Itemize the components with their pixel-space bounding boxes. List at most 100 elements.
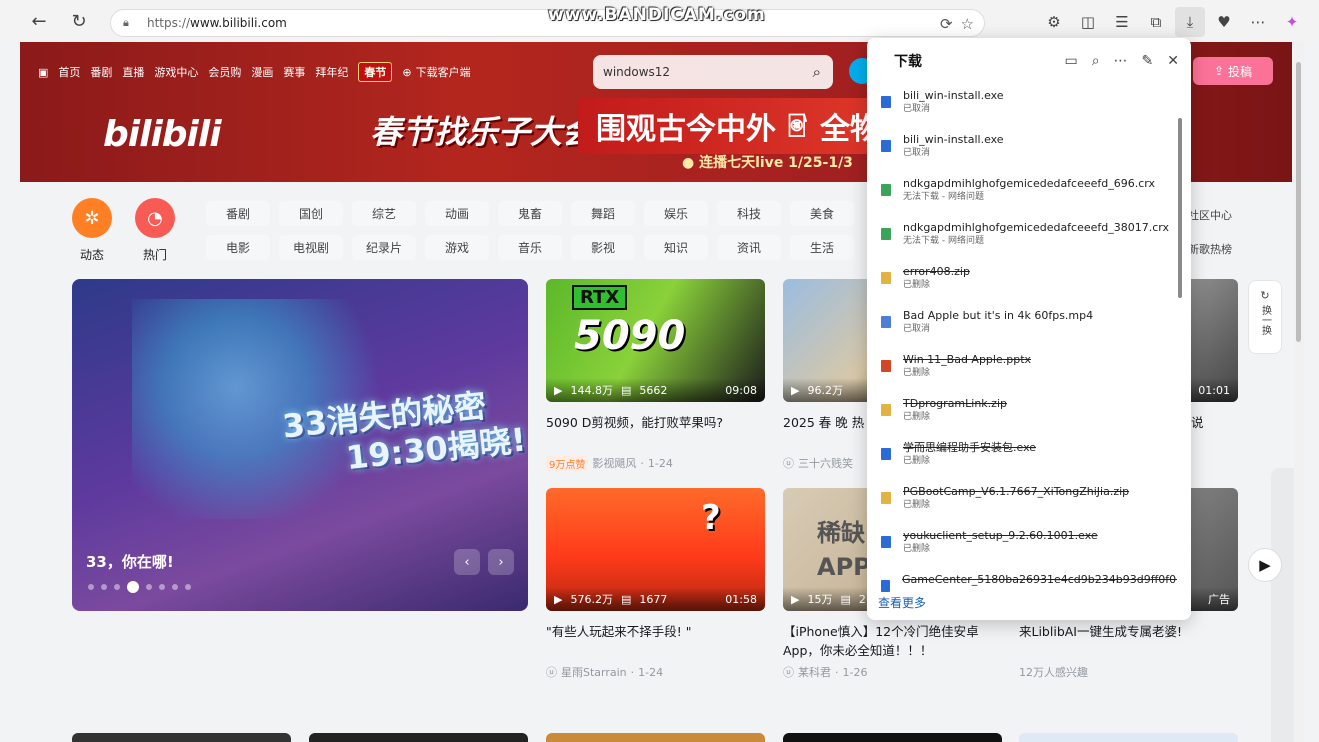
- download-item[interactable]: PGBootCamp_V6.1.7667_XiTongZhiJia.zip 已删除: [867, 480, 1177, 524]
- festival-badge[interactable]: 春节: [358, 62, 393, 82]
- split-screen-icon[interactable]: ◫: [1073, 7, 1103, 37]
- new-songs-link[interactable]: 新歌热榜: [1188, 241, 1232, 257]
- favorite-star-icon[interactable]: ☆: [961, 15, 974, 33]
- video-author[interactable]: 星雨Starrain: [561, 664, 627, 680]
- carousel-dot[interactable]: [185, 584, 191, 590]
- see-more-link[interactable]: 查看更多: [878, 594, 926, 611]
- video-author[interactable]: 某科君: [798, 664, 831, 680]
- collections-icon[interactable]: ⧉: [1141, 7, 1171, 37]
- download-filename[interactable]: GameCenter_5180ba26931e4cd9b234b93d9ff0f…: [902, 572, 1177, 587]
- channel-chip[interactable]: 影视: [571, 235, 635, 260]
- carousel-prev-button[interactable]: ‹: [454, 549, 480, 575]
- translate-icon[interactable]: ⟳: [940, 15, 953, 33]
- favorites-icon[interactable]: ☰: [1107, 7, 1137, 37]
- video-card[interactable]: ? ▶ 576.2万 ▤ 1677 01:58 "有些人玩起来不择手段! " ⓤ 星…: [546, 488, 765, 680]
- refresh-feed-button[interactable]: ↻ 换一换: [1248, 280, 1282, 354]
- channel-chip[interactable]: 纪录片: [352, 235, 416, 260]
- channel-chip[interactable]: 国创: [279, 201, 343, 226]
- nav-manga[interactable]: 漫画: [251, 64, 273, 80]
- channel-chip[interactable]: 娱乐: [644, 201, 708, 226]
- nav-home[interactable]: 首页: [58, 64, 80, 80]
- downloads-scrollbar[interactable]: [1178, 88, 1184, 608]
- extensions-icon[interactable]: ⚙: [1039, 7, 1069, 37]
- play-icon[interactable]: ▶: [1248, 548, 1282, 582]
- download-filename[interactable]: youkuclient_setup_9.2.60.1001.exe: [903, 528, 1098, 543]
- channel-chip[interactable]: 音乐: [498, 235, 562, 260]
- close-icon[interactable]: ✕: [1167, 53, 1179, 69]
- carousel-dot[interactable]: [114, 584, 120, 590]
- channel-chip[interactable]: 美食: [790, 201, 854, 226]
- video-thumbnail[interactable]: [783, 733, 1002, 742]
- download-item[interactable]: bili_win-install.exe 已取消: [867, 128, 1177, 172]
- channel-chip[interactable]: 动画: [425, 201, 489, 226]
- nav-mall[interactable]: 会员购: [208, 64, 241, 80]
- download-item[interactable]: 学而思编程助手安装包.exe 已删除: [867, 436, 1177, 480]
- nav-bangumi[interactable]: 番剧: [90, 64, 112, 80]
- download-filename[interactable]: bili_win-install.exe: [903, 132, 1004, 147]
- carousel-dot[interactable]: [172, 584, 178, 590]
- pin-icon[interactable]: ✎: [1142, 53, 1154, 69]
- dynamic-icon[interactable]: ✲: [72, 198, 112, 238]
- video-title[interactable]: 【iPhone慎入】12个冷门绝佳安卓App，你未必全知道！！！: [783, 622, 1002, 660]
- nav-game-center[interactable]: 游戏中心: [154, 64, 198, 80]
- downloads-icon[interactable]: ⤓: [1175, 7, 1205, 37]
- download-item[interactable]: ndkgapdmihlghofgemicededafceeefd_38017.c…: [867, 216, 1177, 260]
- download-filename[interactable]: error408.zip: [903, 264, 970, 279]
- nav-download-client[interactable]: 下载客户端: [416, 64, 471, 80]
- channel-chip[interactable]: 科技: [717, 201, 781, 226]
- channel-chip[interactable]: 游戏: [425, 235, 489, 260]
- download-item[interactable]: error408.zip 已删除: [867, 260, 1177, 304]
- download-filename[interactable]: Win 11_Bad Apple.pptx: [903, 352, 1031, 367]
- download-filename[interactable]: TDprogramLink.zip: [903, 396, 1007, 411]
- carousel-dot[interactable]: [101, 584, 107, 590]
- carousel-dot[interactable]: [146, 584, 152, 590]
- channel-chip[interactable]: 电影: [206, 235, 270, 260]
- video-thumbnail[interactable]: [1019, 733, 1238, 742]
- video-author[interactable]: 影视飓风: [592, 455, 636, 471]
- video-title[interactable]: 5090 D剪视频，能打败苹果吗?: [546, 413, 765, 451]
- channel-chip[interactable]: 资讯: [717, 235, 781, 260]
- nav-esports[interactable]: 赛事: [283, 64, 305, 80]
- dynamic-label[interactable]: 动态: [80, 246, 104, 263]
- channel-chip[interactable]: 番剧: [206, 201, 270, 226]
- video-author[interactable]: 三十六贱笑: [798, 455, 853, 471]
- search-downloads-icon[interactable]: ⌕: [1092, 53, 1100, 69]
- download-filename[interactable]: Bad Apple but it's in 4k 60fps.mp4: [903, 308, 1093, 323]
- download-item[interactable]: Bad Apple but it's in 4k 60fps.mp4 已取消: [867, 304, 1177, 348]
- performance-icon[interactable]: ♥: [1209, 7, 1239, 37]
- channel-chip[interactable]: 鬼畜: [498, 201, 562, 226]
- channel-chip[interactable]: 电视剧: [279, 235, 343, 260]
- video-thumbnail[interactable]: [309, 733, 528, 742]
- more-options-icon[interactable]: ⋯: [1114, 53, 1128, 69]
- nav-bainianji[interactable]: 拜年纪: [315, 64, 348, 80]
- open-folder-icon[interactable]: ▭: [1064, 53, 1077, 69]
- community-center-link[interactable]: 社区中心: [1188, 207, 1232, 223]
- channel-chip[interactable]: 生活: [790, 235, 854, 260]
- more-icon[interactable]: ⋯: [1243, 7, 1273, 37]
- upload-button[interactable]: ⇪ 投稿: [1193, 57, 1273, 85]
- download-filename[interactable]: 学而思编程助手安装包.exe: [903, 440, 1036, 455]
- video-thumbnail[interactable]: RTX 5090 ▶ 144.8万 ▤ 5662 09:08: [546, 279, 765, 402]
- carousel-caption[interactable]: 33，你在哪!: [86, 551, 174, 572]
- video-card[interactable]: RTX 5090 ▶ 144.8万 ▤ 5662 09:08 5090 D剪视频，能…: [546, 279, 765, 471]
- channel-chip[interactable]: 舞蹈: [571, 201, 635, 226]
- hot-icon[interactable]: ◔: [135, 198, 175, 238]
- carousel-dot[interactable]: [88, 584, 94, 590]
- download-item[interactable]: youkuclient_setup_9.2.60.1001.exe 已删除: [867, 524, 1177, 568]
- carousel-dot-active[interactable]: [127, 581, 139, 593]
- download-filename[interactable]: ndkgapdmihlghofgemicededafceeefd_696.crx: [903, 176, 1155, 191]
- reload-icon[interactable]: ↻: [64, 6, 94, 36]
- channel-chip[interactable]: 综艺: [352, 201, 416, 226]
- download-filename[interactable]: ndkgapdmihlghofgemicededafceeefd_38017.c…: [903, 220, 1169, 235]
- download-item[interactable]: TDprogramLink.zip 已删除: [867, 392, 1177, 436]
- back-icon[interactable]: ←: [24, 6, 54, 36]
- carousel-dot[interactable]: [159, 584, 165, 590]
- video-thumbnail[interactable]: [72, 733, 291, 742]
- hero-carousel[interactable]: 33消失的秘密 19:30揭晓! 33，你在哪! ‹ ›: [72, 279, 528, 611]
- download-filename[interactable]: bili_win-install.exe: [903, 88, 1004, 103]
- search-icon[interactable]: ⌕: [813, 63, 821, 81]
- download-item[interactable]: bili_win-install.exe 已取消: [867, 84, 1177, 128]
- video-title[interactable]: "有些人玩起来不择手段! ": [546, 622, 765, 660]
- page-scrollbar[interactable]: [1294, 42, 1304, 742]
- ad-title[interactable]: 来LiblibAI一键生成专属老婆!: [1019, 622, 1238, 660]
